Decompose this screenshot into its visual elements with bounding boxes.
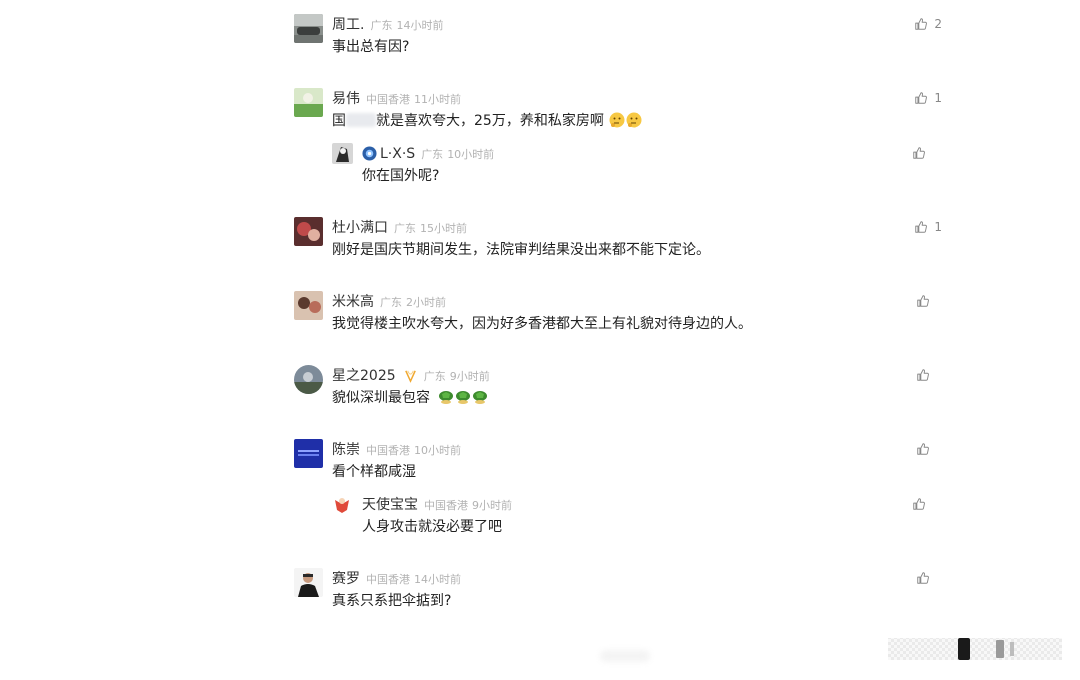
user-name[interactable]: 星之2025 [332,368,396,384]
thumbs-up-icon [917,572,929,584]
comment-text-suffix: 就是喜欢夸大，25万，养和私家房啊 [376,113,604,129]
user-name[interactable]: 米米高 [332,294,374,310]
user-region: 广东 [394,222,416,235]
comment-time: 15小时前 [420,222,467,235]
reply-item: L·X·S 广东 10小时前 你在国外呢? [332,141,944,196]
comment-item: 赛罗 中国香港 14小时前 真系只系把伞掂到? [294,566,944,640]
like-count: 2 [934,17,942,31]
comment-text: 看个样都咸湿 [332,464,416,480]
like-button[interactable] [916,568,942,588]
user-name[interactable]: 天使宝宝 [362,497,418,513]
avatar[interactable] [294,365,323,394]
thinking-face-emoji [609,112,625,128]
avatar[interactable] [332,143,353,164]
user-region: 中国香港 [424,499,468,512]
ribbon-badge-icon [404,370,416,383]
avatar[interactable] [294,217,323,246]
comment-time: 9小时前 [472,499,512,512]
comment-item: 陈崇 中国香港 10小时前 看个样都咸湿 天使宝宝 中国香港 9小时前 人身攻击就没必要… [294,437,944,566]
avatar[interactable] [294,14,323,43]
thumbs-up-icon [915,221,928,233]
reply-meta: 天使宝宝 中国香港 9小时前 [362,494,512,514]
comment-item: 易伟 中国香港 11小时前 国 就是喜欢夸大，25万，养和私家房啊 1 L·X·S 广东… [294,86,944,215]
comment-time: 2小时前 [406,296,446,309]
avatar[interactable] [294,568,323,597]
comment-time: 10小时前 [447,148,495,161]
user-name[interactable]: 易伟 [332,91,360,107]
comment-text: 刚好是国庆节期间发生，法院审判结果没出来都不能下定论。 [332,242,710,258]
comment-meta: 米米高 广东 2小时前 [332,291,446,311]
comment-item: 米米高 广东 2小时前 我觉得楼主吹水夸大，因为好多香港都大至上有礼貌对待身边的人。 [294,289,944,363]
comment-text: 貌似深圳最包容 [332,388,488,408]
comment-time: 14小时前 [414,573,461,586]
like-button[interactable]: 1 [914,88,942,108]
user-region: 中国香港 [366,573,410,586]
comment-meta: 易伟 中国香港 11小时前 [332,88,461,108]
redacted-text [346,113,376,127]
user-region: 中国香港 [366,444,410,457]
avatar[interactable] [332,494,353,515]
comment-text: 我觉得楼主吹水夸大，因为好多香港都大至上有礼貌对待身边的人。 [332,316,752,332]
thumbs-up-icon [917,295,929,307]
reply-text: 人身攻击就没必要了吧 [362,519,502,535]
turtle-shell-emoji [456,391,471,404]
comment-meta: 陈崇 中国香港 10小时前 [332,439,461,459]
comment-item: 杜小满口 广东 15小时前 刚好是国庆节期间发生，法院审判结果没出来都不能下定论。 … [294,215,944,289]
like-count: 1 [934,91,942,105]
like-button[interactable]: 1 [914,217,942,237]
user-region: 广东 [370,19,393,32]
comment-text-body: 貌似深圳最包容 [332,390,430,406]
thinking-face-emoji [626,112,642,128]
like-button[interactable] [912,494,938,514]
reply-text: 你在国外呢? [362,168,440,184]
avatar[interactable] [294,291,323,320]
comment-text: 事出总有因? [332,39,410,55]
thumbs-up-icon [917,369,929,381]
user-name[interactable]: 赛罗 [332,571,360,587]
comment-text-prefix: 国 [332,113,346,129]
like-button[interactable] [912,143,938,163]
comment-text: 真系只系把伞掂到? [332,593,452,609]
thumbs-up-icon [913,498,925,510]
thumbs-up-icon [915,18,928,30]
like-button[interactable] [916,365,942,385]
like-count: 1 [934,220,942,234]
comment-time: 10小时前 [414,444,461,457]
user-name[interactable]: L·X·S [380,146,415,162]
like-button[interactable] [916,439,942,459]
user-region: 广东 [380,296,402,309]
like-button[interactable]: 2 [914,14,942,34]
comment-item: 周工. 广东 14小时前 事出总有因? 2 [294,12,944,86]
turtle-shell-emoji [473,391,488,404]
thumbs-up-icon [917,443,929,455]
user-name[interactable]: 周工. [332,17,364,33]
avatar[interactable] [294,88,323,117]
faded-element [600,650,650,662]
user-name[interactable]: 杜小满口 [332,220,388,236]
comment-meta: 赛罗 中国香港 14小时前 [332,568,461,588]
thumbs-up-icon [913,147,925,159]
user-name[interactable]: 陈崇 [332,442,360,458]
like-button[interactable] [916,291,942,311]
comment-list: 周工. 广东 14小时前 事出总有因? 2 易伟 中国香港 11小时前 国就是喜欢夸大，… [294,12,944,640]
comment-meta: 周工. 广东 14小时前 [332,14,443,34]
user-region: 中国香港 [366,93,410,106]
comment-time: 14小时前 [396,19,444,32]
user-region: 广东 [423,370,446,383]
comment-text: 国 就是喜欢夸大，25万，养和私家房啊 [332,111,642,131]
reply-meta: L·X·S 广东 10小时前 [362,143,494,163]
turtle-shell-emoji [439,391,454,404]
comment-meta: 杜小满口 广东 15小时前 [332,217,467,237]
comment-time: 11小时前 [414,93,461,106]
comment-item: 星之2025 广东 9小时前 貌似深圳最包容 [294,363,944,437]
thumbs-up-icon [915,92,928,104]
comment-meta: 星之2025 广东 9小时前 [332,365,490,385]
avatar[interactable] [294,439,323,468]
verified-badge-icon [362,146,377,161]
comment-time: 9小时前 [449,370,490,383]
watermark-bar [888,638,1062,660]
reply-item: 天使宝宝 中国香港 9小时前 人身攻击就没必要了吧 [332,492,944,547]
user-region: 广东 [421,148,444,161]
